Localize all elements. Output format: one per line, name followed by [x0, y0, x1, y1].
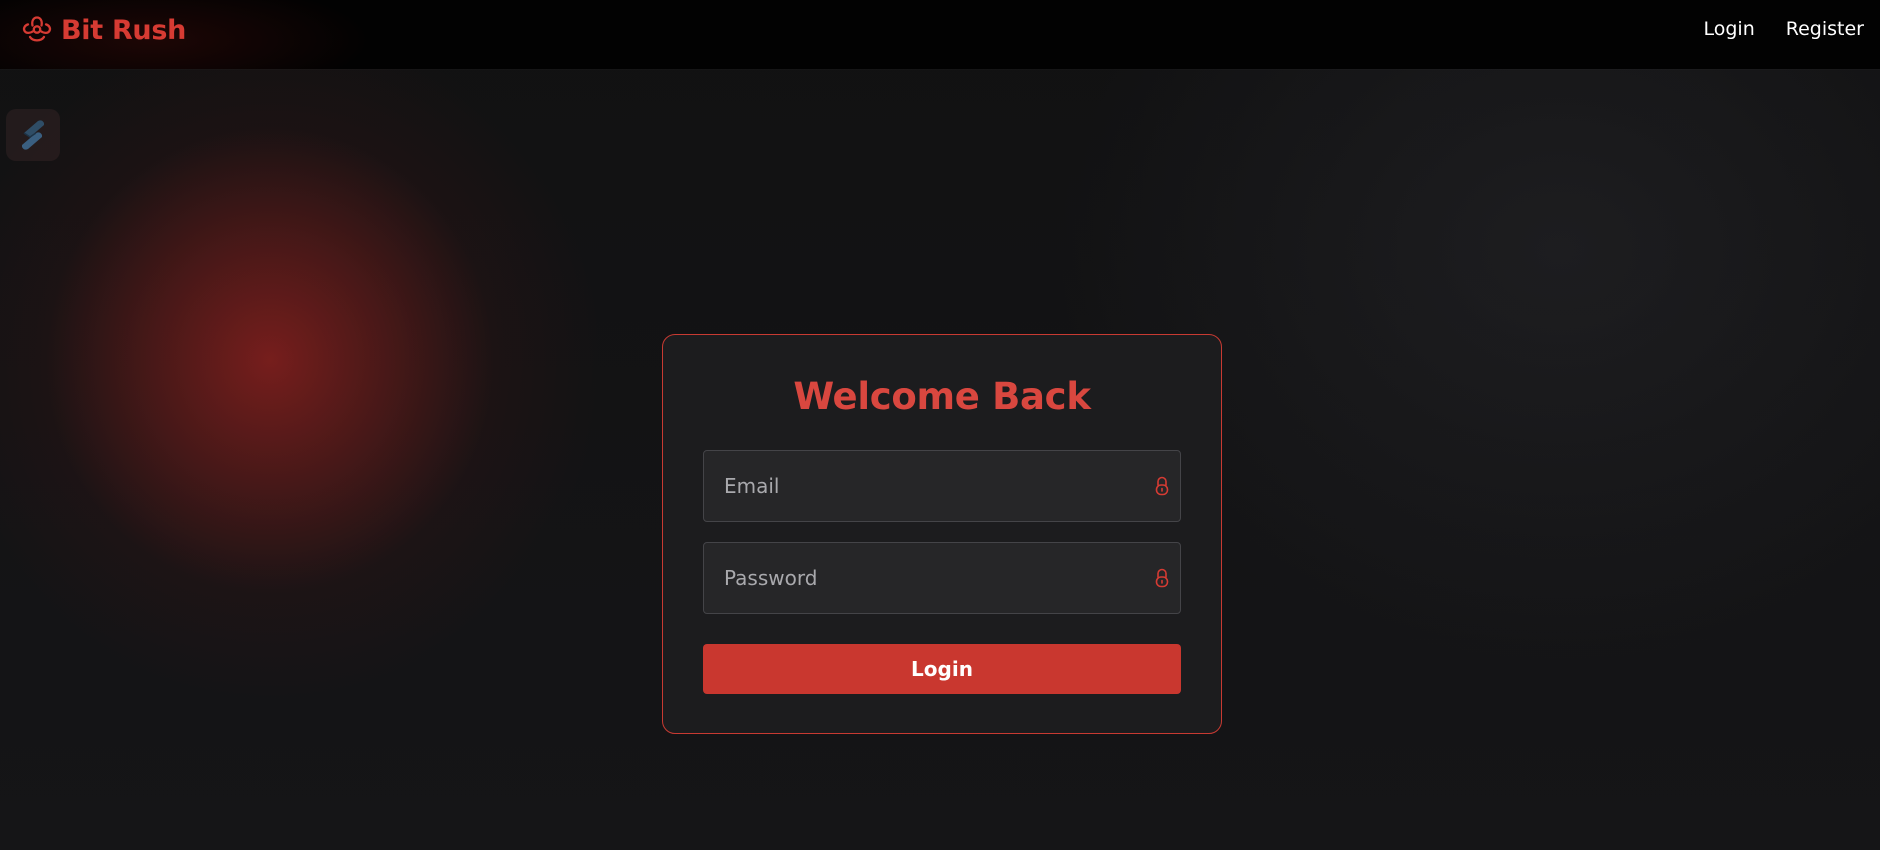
side-tool-button[interactable]: [6, 109, 60, 161]
tool-badge-icon: [22, 120, 44, 150]
brand-name: Bit Rush: [61, 14, 187, 46]
password-input[interactable]: [704, 543, 1180, 613]
email-field-wrapper: [703, 450, 1181, 522]
nav-register-link[interactable]: Register: [1786, 18, 1864, 40]
password-field-wrapper: [703, 542, 1181, 614]
nav-links: Login Register: [1704, 18, 1865, 40]
lock-icon: [1155, 476, 1169, 496]
login-button[interactable]: Login: [703, 644, 1181, 694]
email-input[interactable]: [704, 451, 1180, 521]
login-card: Welcome Back Login: [662, 334, 1222, 734]
nav-login-link[interactable]: Login: [1704, 18, 1755, 40]
brand-logo-link[interactable]: Bit Rush: [21, 14, 186, 46]
biohazard-icon: [22, 16, 52, 42]
login-title: Welcome Back: [793, 375, 1091, 418]
page: Bit Rush Login Register Welcome Back Ema…: [0, 0, 1880, 850]
top-navbar: Bit Rush Login Register: [0, 0, 1880, 69]
lock-icon: [1155, 568, 1169, 588]
